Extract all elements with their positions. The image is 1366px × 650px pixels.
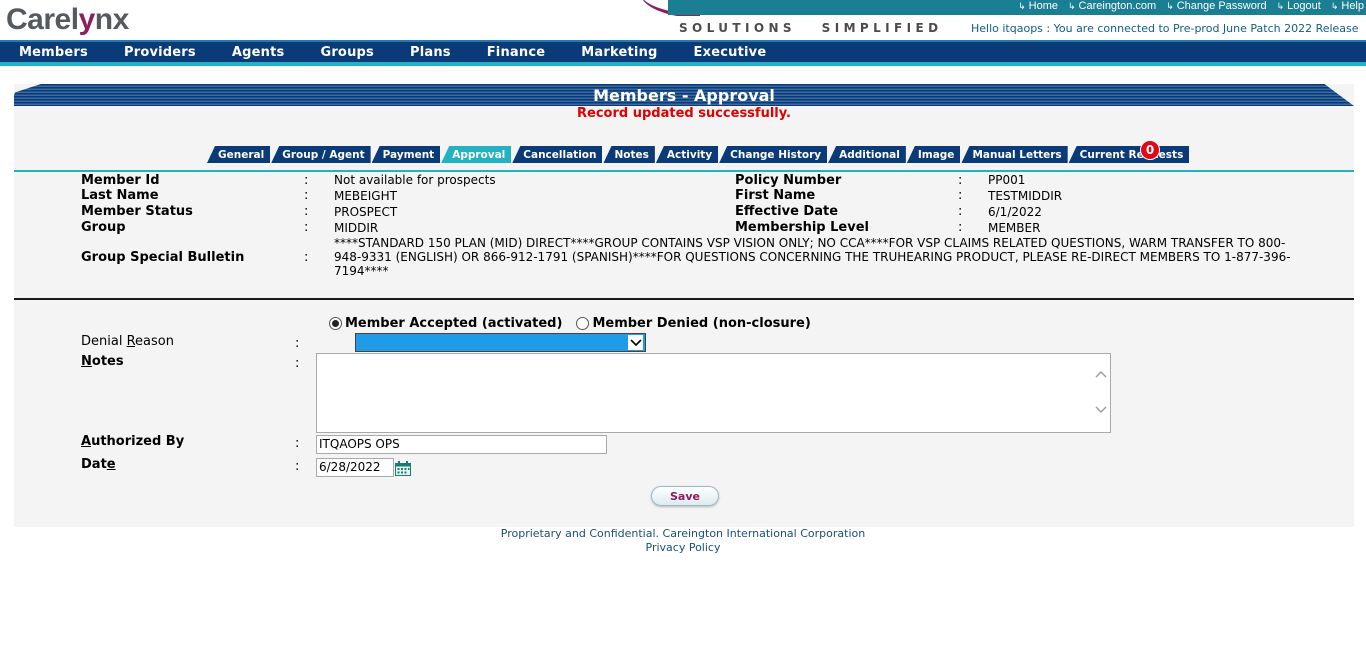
- tab-strip: General Group / Agent Payment Approval C…: [207, 146, 1190, 163]
- effective-date-label: Effective Date: [735, 204, 839, 219]
- top-links-bar: ↳ Home ↳ Careington.com ↳ Change Password ↳…: [668, 0, 1366, 15]
- tab-image[interactable]: Image: [906, 146, 961, 163]
- member-id-value: Not available for prospects: [334, 173, 496, 187]
- careington-logo[interactable]: Carelynx: [6, 3, 129, 37]
- tab-additional[interactable]: Additional: [828, 146, 906, 163]
- tab-change-history[interactable]: Change History: [719, 146, 828, 163]
- colon: :: [304, 173, 309, 188]
- group-value: MIDDIR: [334, 221, 379, 235]
- effective-date-value: 6/1/2022: [988, 205, 1042, 219]
- member-status-label: Member Status: [81, 204, 193, 219]
- notes-label: Notes: [81, 354, 124, 369]
- nav-marketing[interactable]: Marketing: [581, 45, 657, 60]
- tab-approval[interactable]: Approval: [441, 146, 512, 163]
- arrow-right-icon: ↳: [1276, 1, 1285, 11]
- last-name-label: Last Name: [81, 188, 159, 203]
- colon: :: [295, 459, 300, 474]
- colon: :: [958, 204, 963, 219]
- nav-providers[interactable]: Providers: [124, 45, 196, 60]
- policy-number-label: Policy Number: [735, 173, 842, 188]
- arrow-right-icon: ↳: [1018, 1, 1026, 11]
- colon: :: [295, 436, 300, 451]
- colon: :: [304, 250, 309, 265]
- membership-level-label: Membership Level: [735, 220, 869, 235]
- footer: Proprietary and Confidential. Careington…: [0, 527, 1366, 554]
- tab-notes[interactable]: Notes: [603, 146, 655, 163]
- tab-manual-letters[interactable]: Manual Letters: [961, 146, 1068, 163]
- arrow-right-icon: ↳: [1166, 1, 1174, 11]
- accepted-radio[interactable]: [329, 317, 342, 330]
- footer-copyright: Proprietary and Confidential. Careington…: [500, 527, 866, 540]
- careington-link[interactable]: ↳ Careington.com: [1068, 0, 1156, 15]
- group-bulletin-text: ****STANDARD 150 PLAN (MID) DIRECT****GR…: [334, 236, 1291, 278]
- notes-textarea[interactable]: [316, 353, 1111, 433]
- date-input[interactable]: 6/28/2022: [316, 458, 394, 477]
- denial-reason-select[interactable]: [355, 333, 646, 352]
- group-bulletin-label: Group Special Bulletin: [81, 250, 245, 265]
- arrow-right-icon: ↳: [1330, 1, 1339, 11]
- help-link[interactable]: ↳ Help: [1331, 0, 1364, 15]
- page-title: Members - Approval: [593, 86, 775, 105]
- logout-link[interactable]: ↳ Logout: [1277, 0, 1321, 15]
- first-name-label: First Name: [735, 188, 816, 203]
- colon: :: [295, 356, 300, 371]
- tab-general[interactable]: General: [207, 146, 271, 163]
- denied-radio[interactable]: [576, 317, 590, 330]
- header: Carelynx ↳ Home ↳ Careington.com ↳ Change P…: [0, 0, 1366, 40]
- calendar-icon[interactable]: [395, 461, 411, 476]
- nav-agents[interactable]: Agents: [232, 45, 285, 60]
- scroll-up-icon[interactable]: [1095, 370, 1107, 378]
- group-label: Group: [81, 220, 126, 235]
- main-nav: Members Providers Agents Groups Plans Fi…: [0, 40, 1366, 62]
- authorized-by-input[interactable]: ITQAOPS OPS: [316, 435, 607, 454]
- section-divider: [14, 298, 1354, 300]
- tab-payment[interactable]: Payment: [371, 146, 441, 163]
- status-message: Record updated successfully.: [577, 106, 791, 121]
- accepted-radio-label[interactable]: Member Accepted (activated): [345, 316, 562, 331]
- membership-level-value: MEMBER: [988, 221, 1041, 235]
- colon: :: [958, 220, 963, 235]
- member-id-label: Member Id: [81, 173, 160, 188]
- nav-underline: [0, 62, 1366, 66]
- first-name-value: TESTMIDDIR: [988, 189, 1063, 203]
- authorized-by-label: Authorized By: [81, 434, 185, 449]
- approval-options: Member Accepted (activated) Member Denie…: [329, 316, 811, 331]
- denial-reason-label: Denial Reason: [81, 334, 174, 349]
- nav-members[interactable]: Members: [19, 45, 88, 60]
- colon: :: [304, 204, 309, 219]
- nav-executive[interactable]: Executive: [694, 45, 767, 60]
- colon: :: [958, 188, 963, 203]
- colon: :: [295, 336, 300, 351]
- tab-group-agent[interactable]: Group / Agent: [271, 146, 371, 163]
- scroll-down-icon[interactable]: [1095, 406, 1107, 414]
- greeting-text: Hello itqaops : You are connected to Pre…: [971, 22, 1359, 35]
- nav-plans[interactable]: Plans: [410, 45, 451, 60]
- colon: :: [958, 173, 963, 188]
- home-link[interactable]: ↳ Home: [1018, 0, 1058, 15]
- policy-number-value: PP001: [988, 173, 1026, 187]
- colon: :: [304, 220, 309, 235]
- tagline: SOLUTIONS SIMPLIFIED: [679, 21, 943, 35]
- chevron-down-icon[interactable]: [628, 335, 643, 350]
- date-label: Date: [81, 457, 116, 472]
- colon: :: [304, 188, 309, 203]
- nav-finance[interactable]: Finance: [487, 45, 546, 60]
- denied-radio-label[interactable]: Member Denied (non-closure): [592, 316, 810, 331]
- tab-cancellation[interactable]: Cancellation: [512, 146, 603, 163]
- arrow-right-icon: ↳: [1067, 1, 1076, 11]
- requests-count-badge[interactable]: 0: [1140, 140, 1160, 160]
- tab-underline: [14, 170, 1354, 172]
- member-status-value: PROSPECT: [334, 205, 398, 219]
- privacy-policy-link[interactable]: Privacy Policy: [0, 541, 1366, 555]
- change-password-link[interactable]: ↳ Change Password: [1166, 0, 1266, 15]
- save-button[interactable]: Save: [651, 486, 719, 506]
- last-name-value: MEBEIGHT: [334, 189, 397, 203]
- tab-current-requests[interactable]: Current Requests: [1068, 146, 1190, 163]
- nav-groups[interactable]: Groups: [320, 45, 374, 60]
- content-panel: Members - Approval Record updated succes…: [14, 84, 1354, 527]
- tab-activity[interactable]: Activity: [655, 146, 719, 163]
